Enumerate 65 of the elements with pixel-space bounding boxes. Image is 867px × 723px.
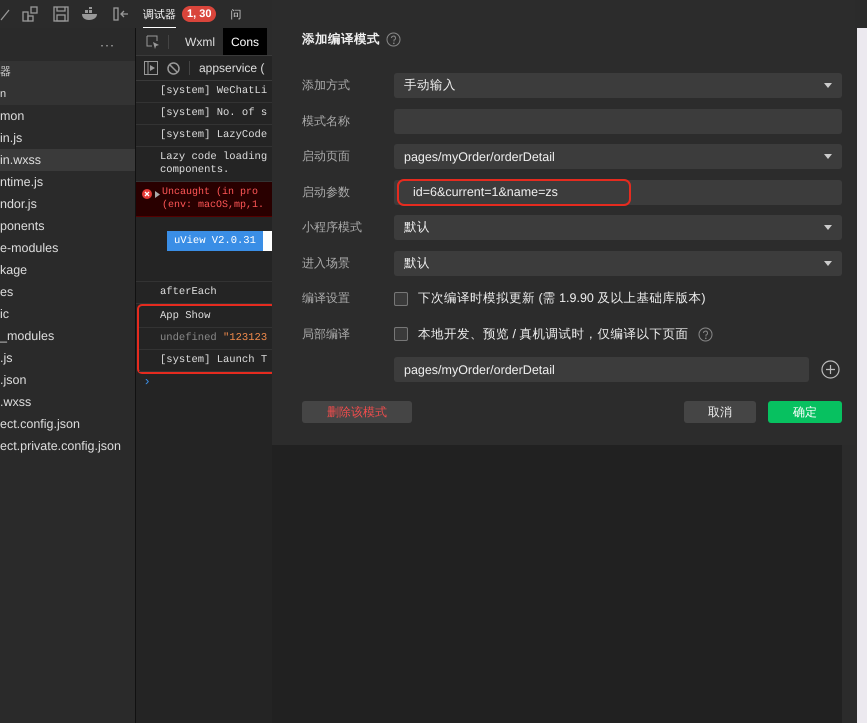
tree-item[interactable]: in.wxss — [0, 149, 135, 171]
console-tab[interactable]: Cons — [223, 28, 268, 55]
checkbox-label: 本地开发、预览 / 真机调试时，仅编译以下页面 — [418, 326, 688, 342]
tree-item[interactable]: ic — [0, 303, 135, 325]
collapse-icon[interactable] — [113, 6, 129, 22]
dropdown-arrow-icon — [824, 154, 832, 159]
save-icon[interactable] — [53, 6, 69, 22]
tree-item[interactable]: ndor.js — [0, 193, 135, 215]
page-path-field[interactable]: pages/myOrder/orderDetail — [394, 357, 809, 382]
dropdown-arrow-icon — [824, 83, 832, 88]
log-line: undefined "123123 — [160, 332, 268, 344]
tree-header[interactable]: 器 — [0, 61, 135, 83]
tree-item[interactable]: kage — [0, 259, 135, 281]
tree-item[interactable]: _modules — [0, 325, 135, 347]
tree-item[interactable]: .json — [0, 369, 135, 391]
whale-icon[interactable] — [81, 7, 99, 21]
add-icon[interactable] — [821, 360, 840, 379]
checkbox[interactable] — [394, 292, 408, 306]
tree-item[interactable]: .wxss — [0, 391, 135, 413]
checkbox[interactable] — [394, 327, 408, 341]
field-label: 小程序模式 — [302, 219, 363, 236]
console-tab[interactable]: Wxml — [177, 28, 223, 55]
tree-item[interactable]: ntime.js — [0, 171, 135, 193]
dropdown-arrow-icon — [824, 225, 832, 230]
context-select[interactable]: appservice ( — [199, 61, 264, 75]
inspect-icon[interactable] — [146, 34, 160, 48]
field-label: 进入场景 — [302, 254, 351, 272]
sidebar-toggle-icon[interactable] — [144, 61, 158, 75]
highlight-frame: id=6&current=1&name=zs — [398, 180, 630, 204]
console-prompt[interactable]: › — [136, 374, 272, 388]
tree-item[interactable]: ponents — [0, 215, 135, 237]
tree-item[interactable]: in.js — [0, 127, 135, 149]
select-field[interactable]: pages/myOrder/orderDetail — [394, 144, 842, 169]
help-icon[interactable] — [386, 32, 401, 46]
dropdown-arrow-icon — [824, 260, 832, 266]
tree-header[interactable]: n — [0, 83, 135, 105]
field-label: 添加方式 — [302, 77, 351, 94]
clear-icon[interactable] — [167, 62, 180, 74]
field-label: 局部编译 — [302, 326, 351, 342]
tree-item[interactable]: ect.private.config.json — [0, 435, 135, 457]
tree-item[interactable]: e-modules — [0, 237, 135, 259]
grid-icon[interactable] — [22, 6, 38, 22]
tree-item[interactable]: .js — [0, 347, 135, 369]
tree-item[interactable]: mon — [0, 105, 135, 127]
dialog-title: 添加编译模式 — [302, 30, 380, 48]
panel-tab[interactable]: 问 — [230, 0, 242, 28]
count-badge: 1, 30 — [182, 6, 216, 22]
select-field[interactable]: 默认 — [394, 215, 842, 240]
select-field[interactable]: 默认 — [394, 250, 842, 276]
field-label: 启动页面 — [302, 148, 351, 165]
help-icon[interactable] — [698, 326, 714, 342]
tree-item[interactable]: es — [0, 281, 135, 303]
select-field[interactable]: 手动输入 — [394, 73, 842, 98]
field-label: 编译设置 — [302, 290, 351, 307]
field-label: 模式名称 — [302, 112, 351, 130]
tree-item[interactable]: ect.config.json — [0, 413, 135, 435]
error-icon — [142, 189, 152, 199]
error-message: Uncaught (in pro (env: macOS,mp,1. — [162, 186, 264, 212]
version-banner: uView V2.0.31 — [167, 231, 263, 251]
more-button[interactable]: ··· — [100, 38, 115, 52]
checkbox-label: 下次编译时模拟更新 (需 1.9.90 及以上基础库版本) — [418, 290, 706, 307]
input-field[interactable]: id=6&current=1&name=zs — [394, 180, 842, 204]
cancel-button[interactable]: 取消 — [684, 401, 756, 423]
field-label: 启动参数 — [302, 184, 351, 200]
expand-arrow-icon[interactable] — [155, 191, 160, 198]
